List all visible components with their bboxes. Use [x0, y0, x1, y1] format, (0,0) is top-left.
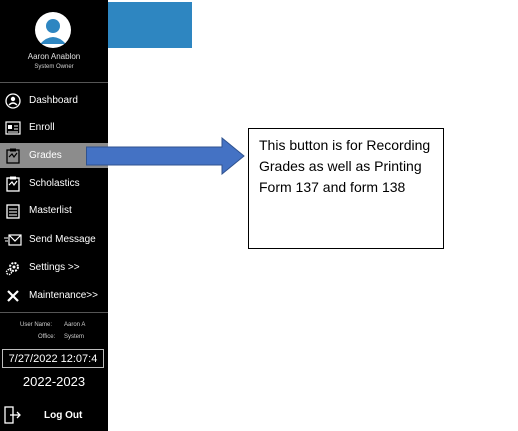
enroll-icon: [4, 119, 22, 137]
sidebar-item-maintenance[interactable]: Maintenance>>: [0, 283, 108, 308]
masterlist-icon: [4, 202, 22, 220]
sidebar-item-label: Maintenance>>: [29, 290, 98, 301]
logout-icon: [4, 406, 22, 429]
sidebar-item-dashboard[interactable]: Dashboard: [0, 88, 108, 113]
pointer-arrow: [86, 137, 245, 175]
username-value: Aaron A: [64, 322, 86, 328]
maintenance-icon: [4, 287, 22, 305]
header-bar: [108, 2, 192, 48]
callout-box: This button is for Recording Grades as w…: [248, 128, 444, 249]
office-label: Office:: [38, 334, 56, 340]
callout-text: This button is for Recording Grades as w…: [259, 137, 431, 195]
username-label: User Name:: [20, 322, 53, 328]
dashboard-icon: [4, 92, 22, 110]
user-role: System Owner: [34, 64, 74, 70]
sidebar-item-label: Dashboard: [29, 95, 78, 106]
sidebar-item-label: Masterlist: [29, 205, 72, 216]
datetime-display: 7/27/2022 12:07:4: [2, 349, 104, 368]
user-avatar-icon[interactable]: [35, 12, 71, 48]
send-message-icon: [4, 231, 22, 249]
sidebar-item-settings[interactable]: Settings >>: [0, 255, 108, 280]
sidebar-item-masterlist[interactable]: Masterlist: [0, 198, 108, 223]
settings-icon: [4, 259, 22, 277]
sidebar-item-label: Enroll: [29, 122, 55, 133]
user-name: Aaron Anablon: [27, 52, 81, 61]
sidebar-item-label: Grades: [29, 150, 62, 161]
divider: [0, 312, 108, 313]
scholastics-icon: [4, 175, 22, 193]
sidebar: Aaron Anablon System Owner Dashboard Enr…: [0, 0, 108, 431]
divider: [0, 82, 108, 83]
sidebar-item-label: Settings >>: [29, 262, 80, 273]
office-value: System: [64, 334, 85, 340]
grades-icon: [4, 147, 22, 165]
logout-label: Log Out: [44, 409, 83, 421]
logout-button[interactable]: Log Out: [0, 402, 108, 428]
sidebar-item-label: Send Message: [29, 234, 96, 245]
sidebar-item-label: Scholastics: [29, 178, 80, 189]
sidebar-item-send-message[interactable]: Send Message: [0, 227, 108, 252]
school-year: 2022-2023: [22, 374, 86, 389]
